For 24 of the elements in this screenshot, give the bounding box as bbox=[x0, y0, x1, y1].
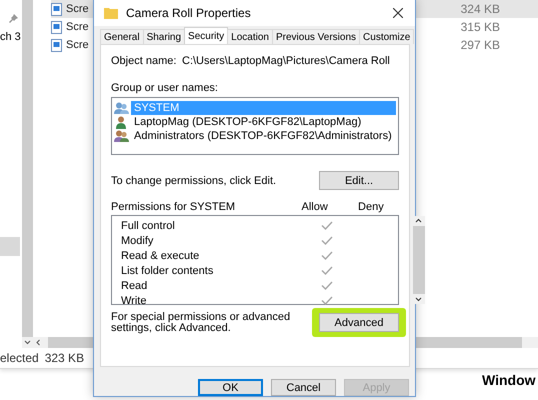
permission-name: Write bbox=[120, 294, 148, 306]
hint-text: For special permissions or advanced settings, click Advanced. bbox=[111, 312, 292, 336]
field-label: Object name: bbox=[111, 55, 178, 67]
file-size: 324 KB bbox=[460, 2, 500, 16]
file-size: 315 KB bbox=[460, 20, 500, 34]
status-text: elected bbox=[0, 351, 39, 365]
file-name: Scre bbox=[66, 3, 89, 15]
file-name: Scre bbox=[66, 21, 89, 33]
section-label: Group or user names: bbox=[111, 82, 219, 94]
object-path: C:\Users\LaptopMag\Pictures\Camera Roll bbox=[182, 55, 390, 67]
column-header: Deny bbox=[357, 201, 385, 213]
permission-name: Read & execute bbox=[120, 250, 200, 262]
column-header: Allow bbox=[300, 201, 329, 213]
file-name: Scre bbox=[66, 39, 89, 51]
window-title: Camera Roll Properties bbox=[126, 6, 251, 20]
permission-name: Full control bbox=[120, 220, 176, 232]
heading-text: Window bbox=[482, 371, 536, 388]
status-size: 323 KB bbox=[44, 351, 84, 365]
permission-name: Modify bbox=[120, 234, 154, 246]
permission-name: List folder contents bbox=[120, 264, 214, 276]
section-label: Permissions for SYSTEM bbox=[111, 201, 236, 213]
hint-text: To change permissions, click Edit. bbox=[111, 174, 276, 186]
permission-name: Read bbox=[120, 280, 148, 292]
file-size: 297 KB bbox=[460, 38, 500, 52]
